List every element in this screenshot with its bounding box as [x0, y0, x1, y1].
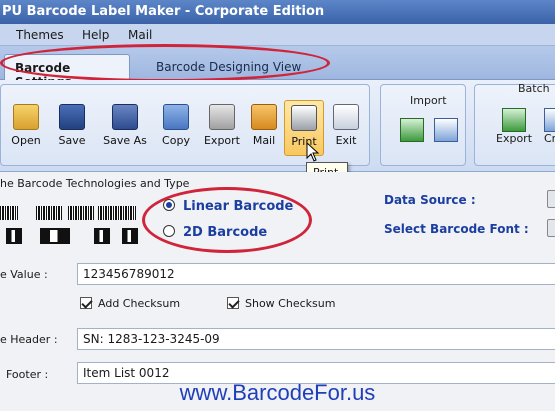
barcode-font-button[interactable] [547, 219, 555, 237]
linear-barcode-radio[interactable] [163, 199, 175, 211]
barcode-header-input[interactable]: SN: 1283-123-3245-09 [77, 328, 555, 350]
window-title-bar: PU Barcode Label Maker - Corporate Editi… [0, 0, 555, 24]
exit-button-label: Exit [335, 134, 357, 147]
2d-barcode-option[interactable]: 2D Barcode [163, 225, 267, 240]
show-checksum-label: Show Checksum [245, 297, 336, 310]
menu-bar: Themes Help Mail [0, 24, 555, 46]
2d-barcode-label: 2D Barcode [183, 225, 268, 240]
save-as-icon [112, 104, 138, 130]
add-checksum-option[interactable]: Add Checksum [80, 297, 180, 310]
exit-icon [333, 104, 359, 130]
save-icon [59, 104, 85, 130]
open-button[interactable]: Open [2, 104, 50, 164]
2d-barcode-radio[interactable] [163, 225, 175, 237]
import-excel-icon[interactable] [400, 118, 424, 142]
tab-barcode-designing-view[interactable]: Barcode Designing View [146, 54, 336, 80]
batch-export-label: Export [496, 132, 533, 145]
toolbar-ribbon: Open Save Save As Copy Export Mail Print… [0, 80, 555, 172]
linear-barcode-option[interactable]: Linear Barcode [163, 199, 293, 214]
barcode-value-input[interactable]: 123456789012 [77, 263, 555, 285]
barcode-technologies-label: he Barcode Technologies and Type [0, 177, 190, 190]
tab-strip: Barcode Settings Barcode Designing View [0, 46, 555, 89]
import-group-title: Import [410, 94, 447, 107]
mail-button[interactable]: Mail [240, 104, 288, 164]
add-checksum-checkbox[interactable] [80, 297, 92, 309]
open-folder-icon [13, 104, 39, 130]
mail-button-label: Mail [252, 134, 276, 147]
save-button[interactable]: Save [48, 104, 96, 164]
barcode-sample-4[interactable] [98, 206, 136, 220]
barcode-header-label: e Header : [0, 333, 58, 346]
menu-themes[interactable]: Themes [16, 28, 64, 42]
data-source-label: Data Source : [384, 193, 476, 207]
export-button-label: Export [203, 134, 240, 147]
print-icon [291, 105, 317, 131]
batch-create-icon[interactable] [544, 108, 555, 132]
qr-sample-4[interactable] [122, 228, 138, 244]
mail-icon [251, 104, 277, 130]
open-button-label: Open [11, 134, 41, 147]
save-button-label: Save [58, 134, 86, 147]
exit-button[interactable]: Exit [326, 104, 366, 164]
batch-export-icon[interactable] [502, 108, 526, 132]
mouse-cursor-icon [306, 142, 320, 162]
select-barcode-font-label: Select Barcode Font : [384, 222, 529, 236]
linear-barcode-label: Linear Barcode [183, 199, 294, 214]
add-checksum-label: Add Checksum [98, 297, 181, 310]
copy-icon [163, 104, 189, 130]
barcode-sample-2[interactable] [36, 206, 62, 220]
watermark-url: www.BarcodeFor.us [179, 380, 376, 405]
qr-sample-2[interactable] [40, 228, 70, 244]
export-button[interactable]: Export [198, 104, 246, 164]
export-icon [209, 104, 235, 130]
tab-barcode-settings[interactable]: Barcode Settings [4, 54, 130, 89]
barcode-value-label: e Value : [0, 268, 48, 281]
batch-group-title: Batch [518, 82, 550, 95]
copy-button[interactable]: Copy [152, 104, 200, 164]
show-checksum-checkbox[interactable] [227, 297, 239, 309]
barcode-sample-1[interactable] [0, 206, 18, 220]
menu-help[interactable]: Help [82, 28, 109, 42]
window-title: PU Barcode Label Maker - Corporate Editi… [2, 4, 325, 19]
import-file-icon[interactable] [434, 118, 458, 142]
qr-sample-1[interactable] [6, 228, 22, 244]
batch-create-label: Cr [544, 132, 555, 145]
show-checksum-option[interactable]: Show Checksum [227, 297, 335, 310]
data-source-dropdown[interactable] [547, 190, 555, 208]
menu-mail[interactable]: Mail [128, 28, 152, 42]
copy-button-label: Copy [162, 134, 190, 147]
qr-sample-3[interactable] [94, 228, 110, 244]
save-as-button-label: Save As [103, 134, 147, 147]
barcode-sample-3[interactable] [68, 206, 94, 220]
barcode-type-samples [0, 200, 140, 248]
save-as-button[interactable]: Save As [98, 104, 152, 164]
